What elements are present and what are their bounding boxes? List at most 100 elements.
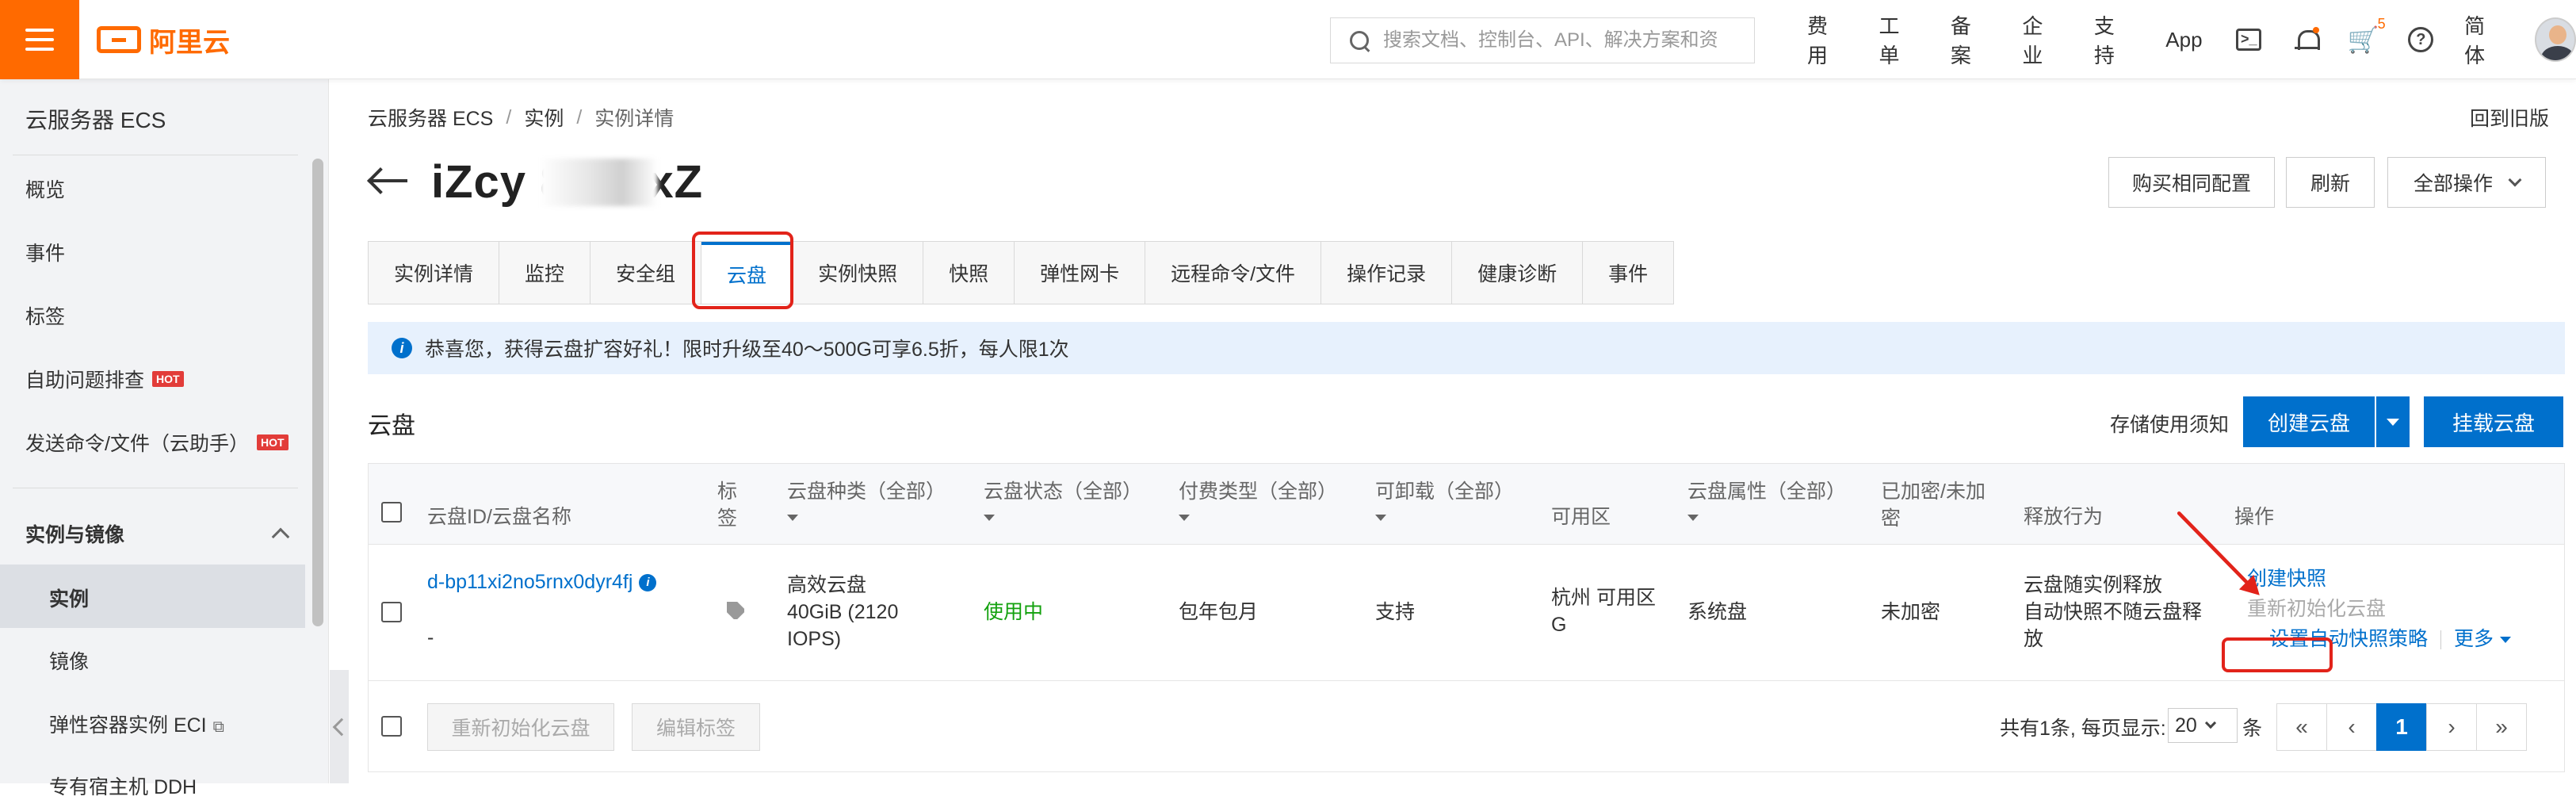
tab-eni[interactable]: 弹性网卡 [1015,242,1146,304]
cart-badge: 5 [2377,16,2386,32]
tab-snapshots[interactable]: 快照 [923,242,1015,304]
sidebar-group-instances-images[interactable]: 实例与镜像 [25,519,290,548]
next-page-button[interactable]: › [2426,703,2477,751]
row-checkbox[interactable] [381,602,402,622]
disk-id-link[interactable]: d-bp11xi2no5rnx0dyr4fj [427,571,633,593]
col-billing[interactable]: 付费类型（全部） [1179,478,1337,521]
refresh-button[interactable]: 刷新 [2286,157,2375,208]
tab-security-groups[interactable]: 安全组 [590,242,702,304]
caret-down-icon [1375,515,1386,521]
sidebar-item-eci[interactable]: 弹性容器实例 ECI ⧉ [49,710,224,738]
sidebar-item-instances[interactable]: 实例 [49,584,89,612]
col-disk-status[interactable]: 云盘状态（全部） [984,478,1142,521]
sidebar-item-label: 自助问题排查 [25,369,145,392]
col-disk-type[interactable]: 云盘种类（全部） [787,478,946,521]
reinit-disk-link: 重新初始化云盘 [2247,598,2387,620]
search-input[interactable] [1382,29,1746,52]
nav-support[interactable]: 支持 [2094,10,2132,69]
create-disk-dropdown[interactable] [2376,396,2410,447]
back-arrow-icon[interactable] [368,167,409,195]
buy-same-config-button[interactable]: 购买相同配置 [2108,157,2275,208]
tab-remote-commands[interactable]: 远程命令/文件 [1145,242,1322,304]
help-button[interactable]: ? [2408,25,2435,54]
sidebar-item-self-diagnosis[interactable]: 自助问题排查 HOT [25,365,184,393]
more-actions-link[interactable]: 更多 [2454,628,2512,650]
avatar[interactable] [2534,17,2576,62]
storage-notice-link[interactable]: 存储使用须知 [2110,409,2229,438]
aliyun-logo[interactable]: 阿里云 [97,24,230,58]
table-footer: 重新初始化云盘 编辑标签 共有1条, 每页显示: 20 条 « ‹ 1 › » [369,681,2564,771]
sidebar-title: 云服务器 ECS [25,108,166,132]
language-switch[interactable]: 简体 [2464,10,2502,69]
first-page-button[interactable]: « [2276,703,2327,751]
caret-down-icon [1687,515,1699,521]
chevron-left-icon [332,718,351,736]
select-all-checkbox[interactable] [381,502,402,522]
attach-disk-button[interactable]: 挂载云盘 [2424,396,2563,447]
tab-instance-details[interactable]: 实例详情 [369,242,500,304]
col-release: 释放行为 [2024,506,2104,528]
create-disk-button[interactable]: 创建云盘 [2243,396,2375,447]
promo-notice: i 恭喜您，获得云盘扩容好礼！限时升级至40～500G可享6.5折，每人限1次 [368,322,2565,374]
disk-name: - [427,626,434,649]
nav-icp[interactable]: 备案 [1951,10,1989,69]
tab-instance-snapshots[interactable]: 实例快照 [793,242,924,304]
page-size-select[interactable]: 20 [2168,708,2238,743]
hot-badge: HOT [256,434,289,450]
red-arrow-icon [2177,511,2260,595]
disk-id-cell: d-bp11xi2no5rnx0dyr4fj i [427,568,657,595]
edit-tags-button[interactable]: 编辑标签 [632,703,760,751]
menu-button[interactable] [0,0,79,79]
terminal-button[interactable]: >_ [2236,25,2263,54]
reinit-disk-button[interactable]: 重新初始化云盘 [427,703,614,751]
sidebar-item-tags[interactable]: 标签 [25,301,65,330]
sidebar-active-bg [0,565,305,628]
sidebar-item-label: 弹性容器实例 ECI [49,714,207,737]
aliyun-logo-icon [97,26,141,53]
tab-health-diagnosis[interactable]: 健康诊断 [1452,242,1584,304]
info-icon[interactable]: i [639,574,657,592]
all-actions-button[interactable]: 全部操作 [2387,157,2546,208]
nav-app[interactable]: App [2165,28,2202,52]
breadcrumb-separator: / [506,105,512,128]
sidebar-item-ddh[interactable]: 专有宿主机 DDH [49,771,197,800]
col-attribute[interactable]: 云盘属性（全部） [1687,478,1846,521]
nav-billing[interactable]: 费用 [1807,10,1845,69]
nav-tickets[interactable]: 工单 [1878,10,1917,69]
encryption-value: 未加密 [1881,601,1941,623]
breadcrumb-instances[interactable]: 实例 [524,103,564,132]
sidebar-collapse-button[interactable] [330,670,351,783]
hot-badge: HOT [152,371,184,387]
tab-monitoring[interactable]: 监控 [499,242,591,304]
help-icon: ? [2408,27,2434,52]
col-label: 云盘属性（全部） [1687,480,1847,503]
disk-type-cell: 高效云盘 40GiB (2120 IOPS) [787,574,899,650]
caret-down-icon [1179,515,1190,521]
bell-icon[interactable] [2292,25,2320,54]
sidebar-item-cloud-assistant[interactable]: 发送命令/文件（云助手） HOT [25,428,289,457]
notice-text: 恭喜您，获得云盘扩容好礼！限时升级至40～500G可享6.5折，每人限1次 [425,339,1069,361]
tag-icon[interactable] [727,602,744,619]
info-icon: i [392,338,412,358]
cart-button[interactable]: 🛒 5 [2348,16,2386,54]
nav-enterprise[interactable]: 企业 [2022,10,2060,69]
sidebar-item-overview[interactable]: 概览 [25,174,65,203]
last-page-button[interactable]: » [2476,703,2527,751]
col-label: 云盘状态（全部） [984,480,1143,503]
col-label: 云盘种类（全部） [787,480,946,503]
sidebar-scrollbar[interactable] [309,79,327,783]
footer-select-checkbox[interactable] [381,716,402,737]
prev-page-button[interactable]: ‹ [2326,703,2377,751]
search-box[interactable] [1330,17,1755,63]
sidebar-item-label: 发送命令/文件（云助手） [25,433,249,455]
tab-operation-logs[interactable]: 操作记录 [1321,242,1453,304]
sidebar-item-images[interactable]: 镜像 [49,646,89,675]
page-1-button[interactable]: 1 [2376,703,2427,751]
zone-value: 杭州 可用区 G [1551,587,1656,636]
tab-events[interactable]: 事件 [1583,242,1674,304]
col-detachable[interactable]: 可卸载（全部） [1375,478,1514,521]
sidebar-item-events[interactable]: 事件 [25,238,65,266]
scrollbar-thumb[interactable] [312,159,323,626]
breadcrumb-ecs[interactable]: 云服务器 ECS [368,103,493,132]
old-version-link[interactable]: 回到旧版 [2470,103,2549,132]
